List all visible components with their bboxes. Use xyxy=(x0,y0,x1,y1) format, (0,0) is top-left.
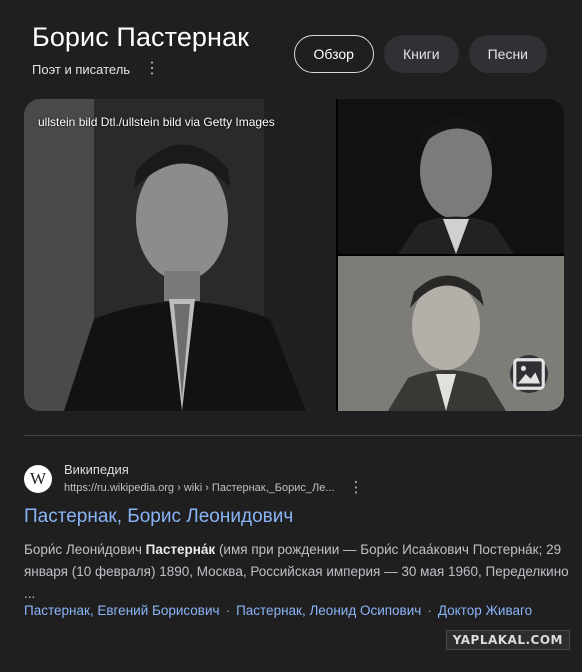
watermark: YAPLAKAL.COM xyxy=(445,630,570,650)
image-gallery: ullstein bild Dtl./ullstein bild via Get… xyxy=(24,99,564,411)
result-snippet: Бори́с Леони́дович Пастерна́к (имя при р… xyxy=(24,539,572,605)
entity-subtitle: Поэт и писатель xyxy=(32,61,131,77)
result-source[interactable]: W Википедия https://ru.wikipedia.org › w… xyxy=(24,462,364,495)
site-url: https://ru.wikipedia.org › wiki › Пастер… xyxy=(64,481,335,494)
portrait-photo-3[interactable] xyxy=(338,256,564,411)
result-options-icon[interactable]: ⋮ xyxy=(349,480,364,495)
entity-tabs: Обзор Книги Песни xyxy=(293,35,547,73)
image-search-button[interactable] xyxy=(510,355,548,393)
tab-books[interactable]: Книги xyxy=(383,35,459,73)
main-portrait-photo[interactable] xyxy=(24,99,336,411)
related-link-doctor-zhivago[interactable]: Доктор Живаго xyxy=(438,603,532,618)
link-separator: · xyxy=(427,603,432,618)
entity-subtitle-row: Поэт и писатель ⋮ xyxy=(32,61,160,77)
site-name: Википедия xyxy=(64,462,129,477)
related-link-evgeny[interactable]: Пастернак, Евгений Борисович xyxy=(24,603,220,618)
wikipedia-favicon-icon: W xyxy=(24,464,52,493)
image-icon xyxy=(513,358,545,390)
tab-songs[interactable]: Песни xyxy=(468,35,547,73)
tab-overview[interactable]: Обзор xyxy=(293,35,374,73)
entity-title: Борис Пастернак xyxy=(32,22,250,52)
snippet-highlight: Пастерна́к xyxy=(145,542,216,557)
source-text: Википедия https://ru.wikipedia.org › wik… xyxy=(64,462,364,495)
snippet-text-start: Бори́с Леони́дович xyxy=(24,542,146,557)
image-credit: ullstein bild Dtl./ullstein bild via Get… xyxy=(38,115,275,129)
related-link-leonid[interactable]: Пастернак, Леонид Осипович xyxy=(236,603,421,618)
portrait-illustration xyxy=(24,99,336,411)
section-divider xyxy=(24,435,582,436)
result-title-link[interactable]: Пастернак, Борис Леонидович xyxy=(24,506,293,528)
portrait-photo-2[interactable] xyxy=(338,99,564,254)
more-options-icon[interactable]: ⋮ xyxy=(144,61,160,77)
link-separator: · xyxy=(225,603,231,618)
site-url-row: https://ru.wikipedia.org › wiki › Пастер… xyxy=(64,480,364,495)
portrait-illustration-2 xyxy=(338,99,564,254)
related-links: Пастернак, Евгений Борисович · Пастернак, … xyxy=(24,603,532,618)
